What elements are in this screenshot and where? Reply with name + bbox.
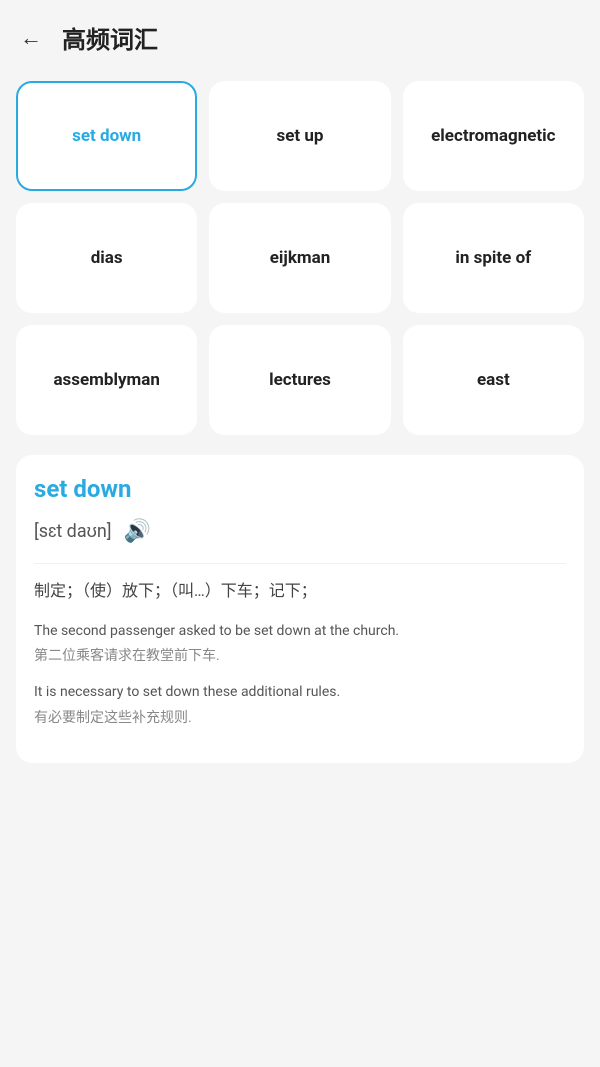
sound-icon[interactable]: 🔊 (122, 515, 154, 547)
back-button[interactable]: ← (20, 25, 42, 51)
example-en-1: It is necessary to set down these additi… (34, 681, 566, 703)
word-card-label: lectures (269, 369, 331, 391)
word-card-set-up[interactable]: set up (209, 81, 390, 191)
word-card-label: east (477, 369, 510, 391)
example-zh-0: 第二位乘客请求在教堂前下车. (34, 645, 566, 667)
word-card-label: in spite of (455, 247, 531, 269)
example-zh-1: 有必要制定这些补充规则. (34, 707, 566, 729)
page-title: 高频词汇 (62, 20, 158, 55)
word-card-label: dias (91, 247, 123, 269)
detail-word: set down (34, 475, 566, 503)
word-card-in-spite-of[interactable]: in spite of (403, 203, 584, 313)
word-grid: set down set up electromagnetic dias eijkman… (0, 65, 600, 435)
example-en-0: The second passenger asked to be set dow… (34, 620, 566, 642)
word-card-label: eijkman (270, 247, 331, 269)
word-card-label: assemblyman (53, 369, 159, 391)
word-card-lectures[interactable]: lectures (209, 325, 390, 435)
word-card-label: electromagnetic (431, 125, 555, 147)
definition-text: 制定；（使）放下；（叫…）下车；记下； (34, 563, 566, 604)
page-header: ← 高频词汇 (0, 0, 600, 65)
word-card-dias[interactable]: dias (16, 203, 197, 313)
word-card-set-down[interactable]: set down (16, 81, 197, 191)
word-card-eijkman[interactable]: eijkman (209, 203, 390, 313)
phonetic-row: [sɛt daʊn] 🔊 (34, 515, 566, 547)
word-card-label: set up (277, 125, 324, 147)
word-card-assemblyman[interactable]: assemblyman (16, 325, 197, 435)
examples-container: The second passenger asked to be set dow… (34, 620, 566, 730)
word-card-east[interactable]: east (403, 325, 584, 435)
detail-section: set down [sɛt daʊn] 🔊 制定；（使）放下；（叫…）下车；记下… (16, 455, 584, 763)
word-card-label: set down (72, 125, 141, 147)
word-card-electromagnetic[interactable]: electromagnetic (403, 81, 584, 191)
example-block-1: It is necessary to set down these additi… (34, 681, 566, 729)
phonetic-text: [sɛt daʊn] (34, 521, 112, 542)
example-block-0: The second passenger asked to be set dow… (34, 620, 566, 668)
